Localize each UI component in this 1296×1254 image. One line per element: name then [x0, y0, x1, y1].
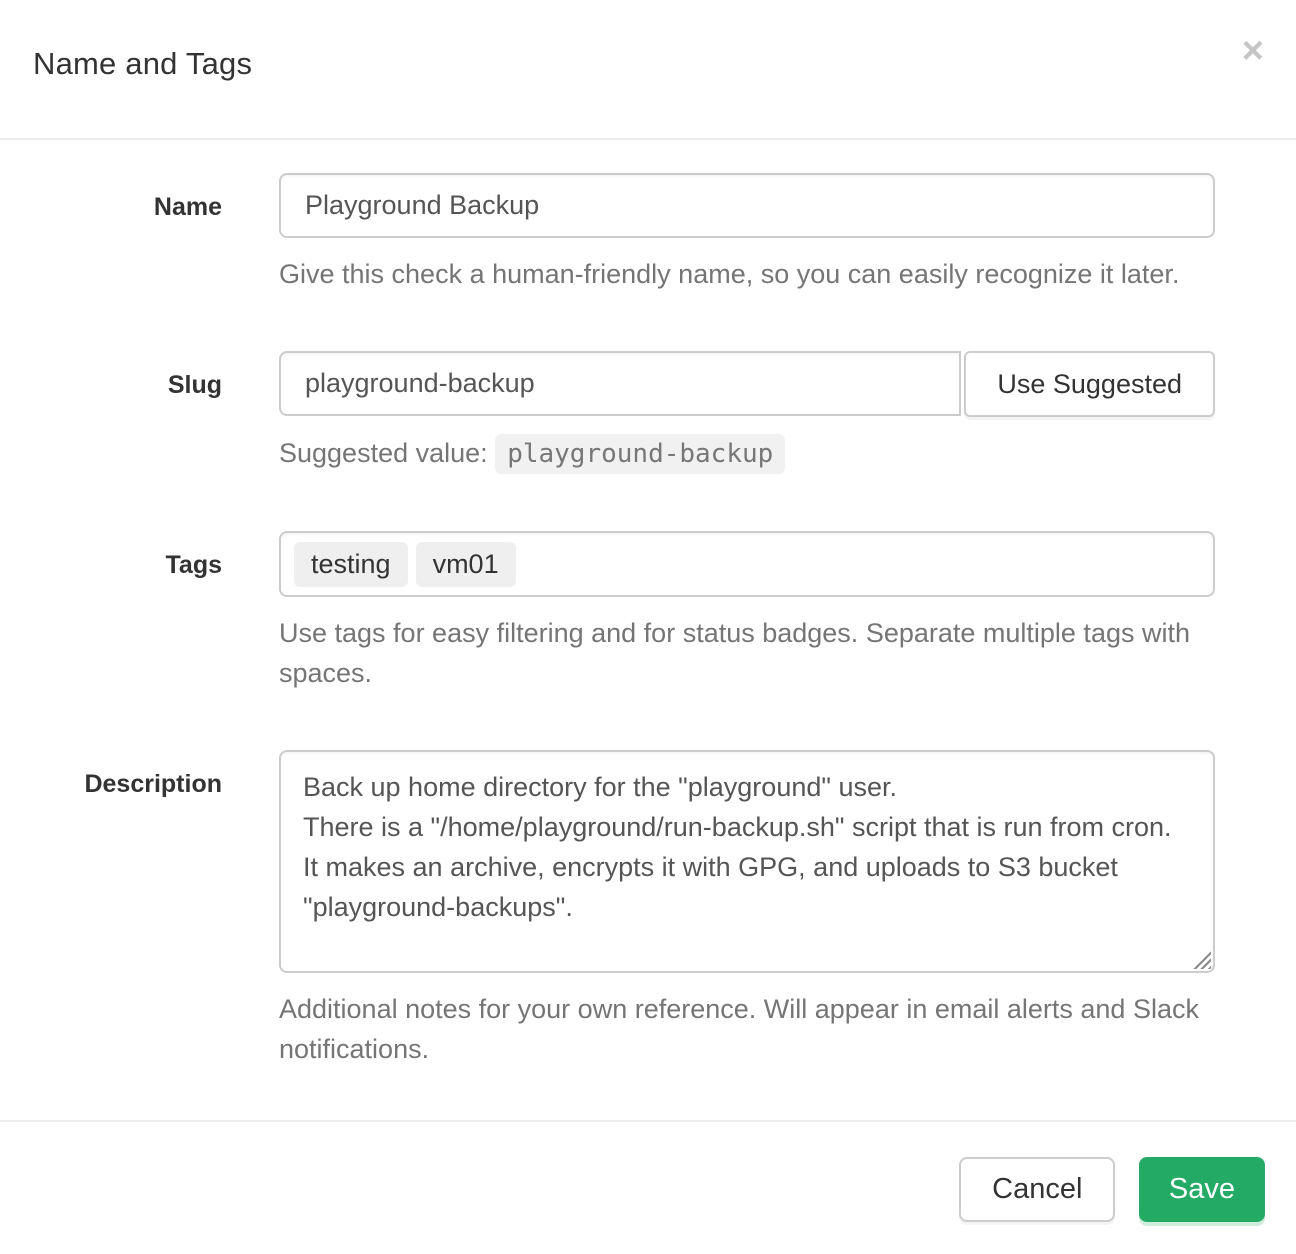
description-control: Back up home directory for the "playgrou…: [279, 750, 1215, 1069]
description-help-text: Additional notes for your own reference.…: [279, 989, 1215, 1069]
tags-help-text: Use tags for easy filtering and for stat…: [279, 613, 1215, 693]
modal-header: Name and Tags ×: [0, 0, 1296, 140]
suggested-value-code: playground-backup: [495, 434, 785, 474]
name-label: Name: [33, 173, 222, 294]
description-field-row: Description Back up home directory for t…: [0, 750, 1296, 1069]
use-suggested-button[interactable]: Use Suggested: [964, 351, 1215, 417]
suggested-value-prefix: Suggested value:: [279, 438, 488, 468]
name-help-text: Give this check a human-friendly name, s…: [279, 254, 1215, 294]
slug-help-text: Suggested value: playground-backup: [279, 433, 1215, 474]
modal-body: Name Give this check a human-friendly na…: [0, 140, 1296, 1120]
tags-label: Tags: [33, 531, 222, 693]
name-field-row: Name Give this check a human-friendly na…: [0, 173, 1296, 294]
name-control: Give this check a human-friendly name, s…: [279, 173, 1215, 294]
slug-control: Use Suggested Suggested value: playgroun…: [279, 351, 1215, 474]
tags-field-row: Tags testing vm01 Use tags for easy filt…: [0, 531, 1296, 693]
name-input[interactable]: [279, 173, 1215, 238]
slug-field-row: Slug Use Suggested Suggested value: play…: [0, 351, 1296, 474]
save-button[interactable]: Save: [1139, 1157, 1265, 1222]
cancel-button[interactable]: Cancel: [959, 1157, 1115, 1222]
tag-chip[interactable]: vm01: [416, 542, 516, 587]
tags-control: testing vm01 Use tags for easy filtering…: [279, 531, 1215, 693]
modal-footer: Cancel Save: [0, 1120, 1296, 1254]
tag-chip[interactable]: testing: [294, 542, 408, 587]
modal-title: Name and Tags: [33, 46, 1263, 82]
slug-input[interactable]: [279, 351, 961, 416]
name-and-tags-modal: Name and Tags × Name Give this check a h…: [0, 0, 1296, 1254]
tags-input[interactable]: testing vm01: [279, 531, 1215, 597]
close-icon[interactable]: ×: [1238, 28, 1268, 74]
description-label: Description: [33, 750, 222, 1069]
description-textarea-wrap: Back up home directory for the "playgrou…: [279, 750, 1215, 973]
slug-label: Slug: [33, 351, 222, 474]
slug-input-group: Use Suggested: [279, 351, 1215, 417]
description-textarea[interactable]: Back up home directory for the "playgrou…: [279, 750, 1215, 973]
